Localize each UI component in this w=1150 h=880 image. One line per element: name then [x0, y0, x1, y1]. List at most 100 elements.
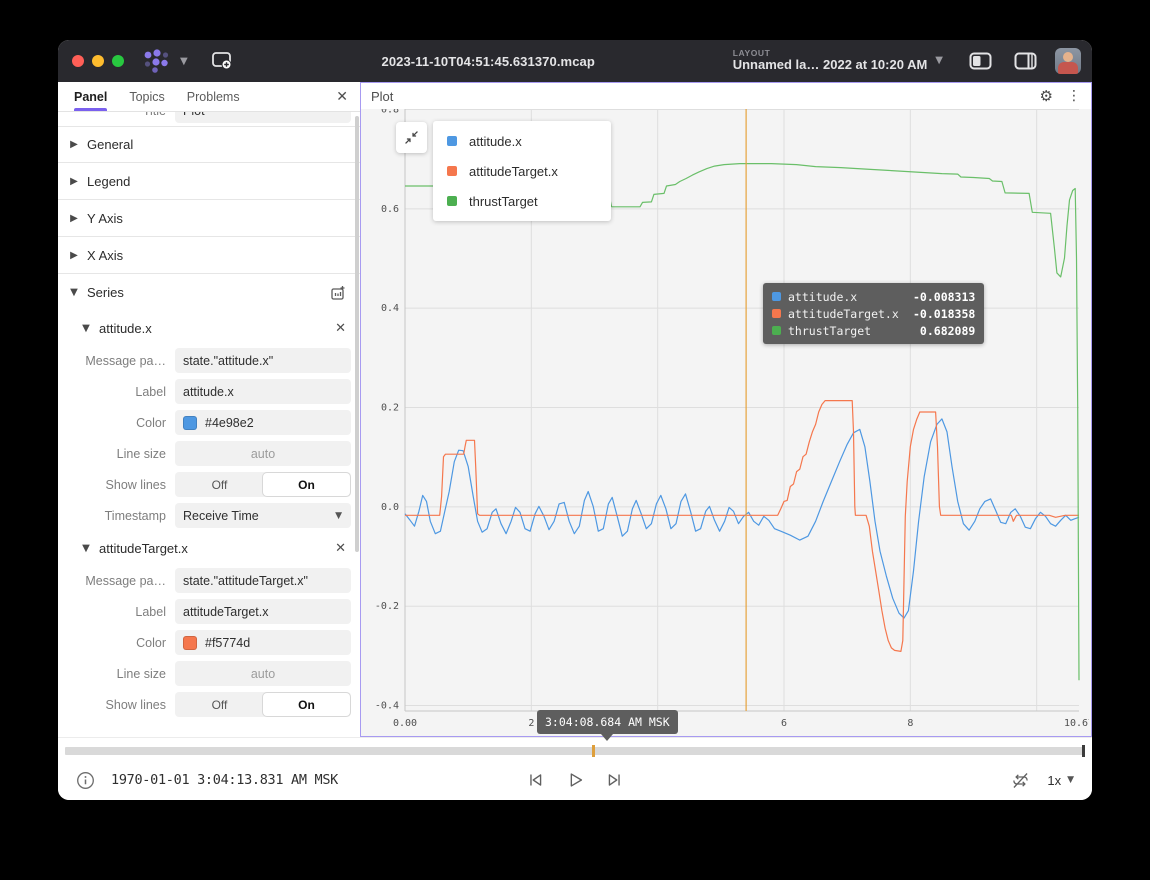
legend-label: attitude.x [469, 134, 522, 149]
chevron-down-icon: ▼ [1067, 775, 1074, 785]
field-timestamp: Timestamp Receive Time ▼ [58, 500, 360, 531]
color-swatch[interactable] [183, 636, 197, 650]
label-input[interactable]: attitudeTarget.x [175, 599, 351, 624]
close-window-button[interactable] [72, 55, 84, 67]
section-legend[interactable]: ▶ Legend [58, 163, 360, 200]
series-line-attitudeTarget-x[interactable] [405, 401, 1079, 652]
tooltip-series-value: -0.018358 [913, 307, 975, 321]
legend-swatch [447, 136, 457, 146]
current-timestamp[interactable]: 1970-01-01 3:04:13.831 AM MSK [111, 772, 338, 788]
info-icon[interactable] [76, 771, 95, 790]
caret-right-icon: ▶ [68, 176, 80, 187]
message-path-input[interactable]: state."attitudeTarget.x" [175, 568, 351, 593]
color-input[interactable]: #4e98e2 [175, 410, 351, 435]
panel-settings-gear-icon[interactable]: ⚙ [1040, 87, 1053, 105]
timeline-scrubber[interactable] [65, 747, 1085, 755]
seek-backward-button[interactable] [525, 769, 547, 791]
left-sidebar-toggle-button[interactable] [969, 52, 992, 70]
data-source-title[interactable]: 2023-11-10T04:51:45.631370.mcap [381, 54, 594, 69]
field-line-size: Line size auto [58, 658, 360, 689]
show-lines-on-button[interactable]: On [263, 473, 350, 496]
loop-off-icon[interactable] [1010, 770, 1031, 791]
seek-forward-button[interactable] [603, 769, 625, 791]
caret-right-icon: ▶ [68, 250, 80, 261]
layout-menu-button[interactable]: LAYOUT Unnamed la… 2022 at 10:20 AM ▼ [733, 49, 943, 74]
section-x-axis[interactable]: ▶ X Axis [58, 237, 360, 274]
hover-values-tooltip: attitude.x-0.008313attitudeTarget.x-0.01… [763, 283, 984, 344]
color-swatch[interactable] [183, 416, 197, 430]
show-lines-off-button[interactable]: Off [176, 473, 263, 496]
message-path-input[interactable]: state."attitude.x" [175, 348, 351, 373]
line-size-input[interactable]: auto [175, 661, 351, 686]
playback-bar: 1970-01-01 3:04:13.831 AM MSK [58, 737, 1092, 800]
plot-canvas-area[interactable]: 0.80.60.40.20.0-0.2-0.40.00246810.67 att… [361, 109, 1091, 736]
color-input[interactable]: #f5774d [175, 630, 351, 655]
y-tick-label: 0.4 [381, 303, 399, 314]
field-label: Label attitude.x [58, 376, 360, 407]
zoom-window-button[interactable] [112, 55, 124, 67]
add-series-icon [330, 285, 346, 301]
show-lines-toggle: Off On [175, 472, 351, 497]
caret-down-icon: ▼ [80, 543, 92, 554]
show-lines-off-button[interactable]: Off [176, 693, 263, 716]
add-panel-button[interactable] [210, 50, 234, 72]
tab-problems[interactable]: Problems [187, 82, 240, 111]
field-label: Label attitudeTarget.x [58, 596, 360, 627]
remove-series-icon[interactable]: ✕ [335, 541, 346, 556]
caret-right-icon: ▶ [68, 139, 80, 150]
minimize-window-button[interactable] [92, 55, 104, 67]
right-sidebar-toggle-button[interactable] [1014, 52, 1037, 70]
label-input[interactable]: attitude.x [175, 379, 351, 404]
line-size-input[interactable]: auto [175, 441, 351, 466]
field-message-path: Message pa… state."attitude.x" [58, 345, 360, 376]
series-line-thrustTarget[interactable] [405, 164, 1079, 681]
avatar-face [1063, 52, 1073, 62]
show-lines-on-button[interactable]: On [263, 693, 350, 716]
section-y-axis[interactable]: ▶ Y Axis [58, 200, 360, 237]
plot-panel-header[interactable]: Plot ⚙ ⋮ [361, 83, 1091, 109]
x-tick-label: 2 [528, 718, 534, 729]
playback-speed-selector[interactable]: 1x ▼ [1047, 773, 1074, 788]
tooltip-swatch [772, 326, 781, 335]
layout-name: Unnamed la… 2022 at 10:20 AM [733, 58, 928, 73]
sidebar-scrollbar[interactable] [355, 116, 359, 552]
x-tick-label: 0.00 [393, 718, 417, 729]
tab-panel[interactable]: Panel [74, 82, 107, 111]
series-line-attitude-x[interactable] [405, 419, 1079, 618]
tab-topics[interactable]: Topics [129, 82, 164, 111]
tooltip-row: attitudeTarget.x -0.018358 [772, 305, 975, 322]
tooltip-series-name: thrustTarget [788, 324, 906, 338]
tooltip-arrow [601, 734, 613, 741]
panel-menu-kebab-icon[interactable]: ⋮ [1067, 88, 1081, 104]
title-field-input[interactable]: Plot [175, 112, 351, 123]
add-series-button[interactable] [330, 285, 346, 301]
user-avatar[interactable] [1055, 48, 1081, 74]
field-show-lines: Show lines Off On [58, 469, 360, 500]
remove-series-icon[interactable]: ✕ [335, 321, 346, 336]
foxglove-logo-icon [142, 48, 176, 74]
x-tick-label: 10.67 [1064, 718, 1089, 729]
section-series[interactable]: ▼ Series [58, 274, 360, 311]
legend-item-thrustTarget[interactable]: thrustTarget [433, 186, 611, 216]
scrubber-playhead[interactable] [592, 745, 595, 757]
titlebar: ▼ 2023-11-10T04:51:45.631370.mcap LAYOUT… [58, 40, 1092, 82]
x-tick-label: 6 [781, 718, 787, 729]
legend-item-attitudeTarget-x[interactable]: attitudeTarget.x [433, 156, 611, 186]
app-menu-button[interactable]: ▼ [142, 48, 188, 74]
series-attitude-target-x-header[interactable]: ▼ attitudeTarget.x ✕ [58, 531, 360, 565]
x-tick-label: 8 [907, 718, 913, 729]
legend-label: attitudeTarget.x [469, 164, 558, 179]
tooltip-series-name: attitudeTarget.x [788, 307, 906, 321]
timestamp-select[interactable]: Receive Time ▼ [175, 503, 351, 528]
close-sidebar-icon[interactable]: ✕ [336, 89, 348, 105]
plot-legend: attitude.x attitudeTarget.x thrustTarget [433, 121, 611, 221]
legend-item-attitude-x[interactable]: attitude.x [433, 126, 611, 156]
plot-panel[interactable]: Plot ⚙ ⋮ 0.80.60.40.20.0-0.2-0.40.002468… [360, 82, 1092, 737]
collapse-legend-button[interactable] [396, 122, 427, 153]
series-attitude-x-header[interactable]: ▼ attitude.x ✕ [58, 311, 360, 345]
chevron-down-icon: ▼ [180, 56, 188, 67]
y-tick-label: 0.0 [381, 502, 399, 513]
window-controls [72, 55, 124, 67]
play-button[interactable] [564, 769, 586, 791]
section-general[interactable]: ▶ General [58, 126, 360, 163]
